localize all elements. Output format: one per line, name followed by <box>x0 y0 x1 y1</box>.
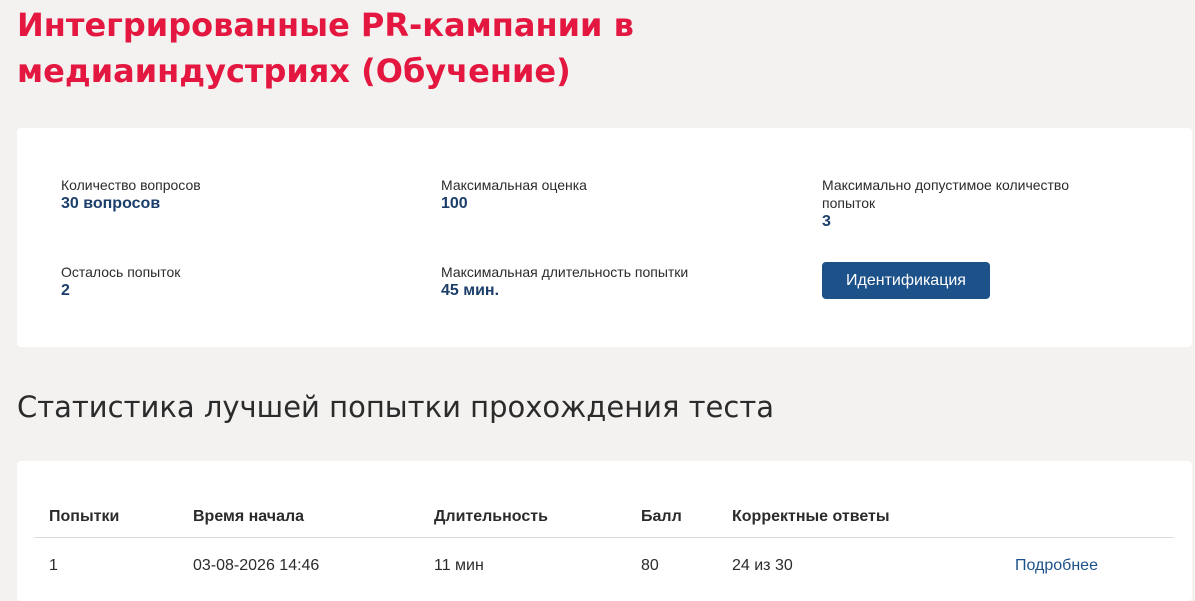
max-duration-item: Максимальная длительность попытки 45 мин… <box>441 263 781 301</box>
duration-cell: 11 мин <box>434 557 484 574</box>
questions-count-label: Количество вопросов <box>61 177 201 193</box>
stats-card: Попытки Время начала Длительность Балл К… <box>17 461 1192 601</box>
max-score-value: 100 <box>441 195 468 212</box>
score-column-header: Балл <box>626 497 717 538</box>
correct-answers-column-header: Корректные ответы <box>717 497 1000 538</box>
max-attempts-label: Максимально допустимое количество попыто… <box>822 177 1069 211</box>
attempts-column-header: Попытки <box>34 497 178 538</box>
details-link[interactable]: Подробнее <box>1015 557 1098 574</box>
max-duration-label: Максимальная длительность попытки <box>441 264 689 280</box>
stats-table: Попытки Время начала Длительность Балл К… <box>34 497 1174 594</box>
max-duration-value: 45 мин. <box>441 282 500 299</box>
stats-header-row: Попытки Время начала Длительность Балл К… <box>34 497 1174 538</box>
attempt-number-cell: 1 <box>49 557 58 574</box>
max-score-item: Максимальная оценка 100 <box>441 176 761 214</box>
correct-answers-cell: 24 из 30 <box>732 557 793 574</box>
attempts-left-item: Осталось попыток 2 <box>61 263 381 301</box>
max-attempts-item: Максимально допустимое количество попыто… <box>822 176 1122 232</box>
questions-count-value: 30 вопросов <box>61 195 161 212</box>
duration-column-header: Длительность <box>419 497 626 538</box>
start-time-cell: 03-08-2026 14:46 <box>193 557 320 574</box>
score-cell: 80 <box>641 557 659 574</box>
stats-section-title: Статистика лучшей попытки прохождения те… <box>17 390 775 424</box>
identification-button[interactable]: Идентификация <box>822 262 990 299</box>
action-column-header <box>1000 497 1174 538</box>
attempts-left-value: 2 <box>61 282 70 299</box>
test-info-card: Количество вопросов 30 вопросов Максимал… <box>17 128 1192 347</box>
page-title: Интегрированные PR-кампании в медиаиндус… <box>17 6 634 90</box>
attempts-left-label: Осталось попыток <box>61 264 181 280</box>
start-time-column-header: Время начала <box>178 497 419 538</box>
max-attempts-value: 3 <box>822 213 831 230</box>
max-score-label: Максимальная оценка <box>441 177 587 193</box>
questions-count-item: Количество вопросов 30 вопросов <box>61 176 381 214</box>
table-row: 1 03-08-2026 14:46 11 мин 80 24 из 30 По… <box>34 538 1174 595</box>
details-cell: Подробнее <box>1000 538 1174 595</box>
